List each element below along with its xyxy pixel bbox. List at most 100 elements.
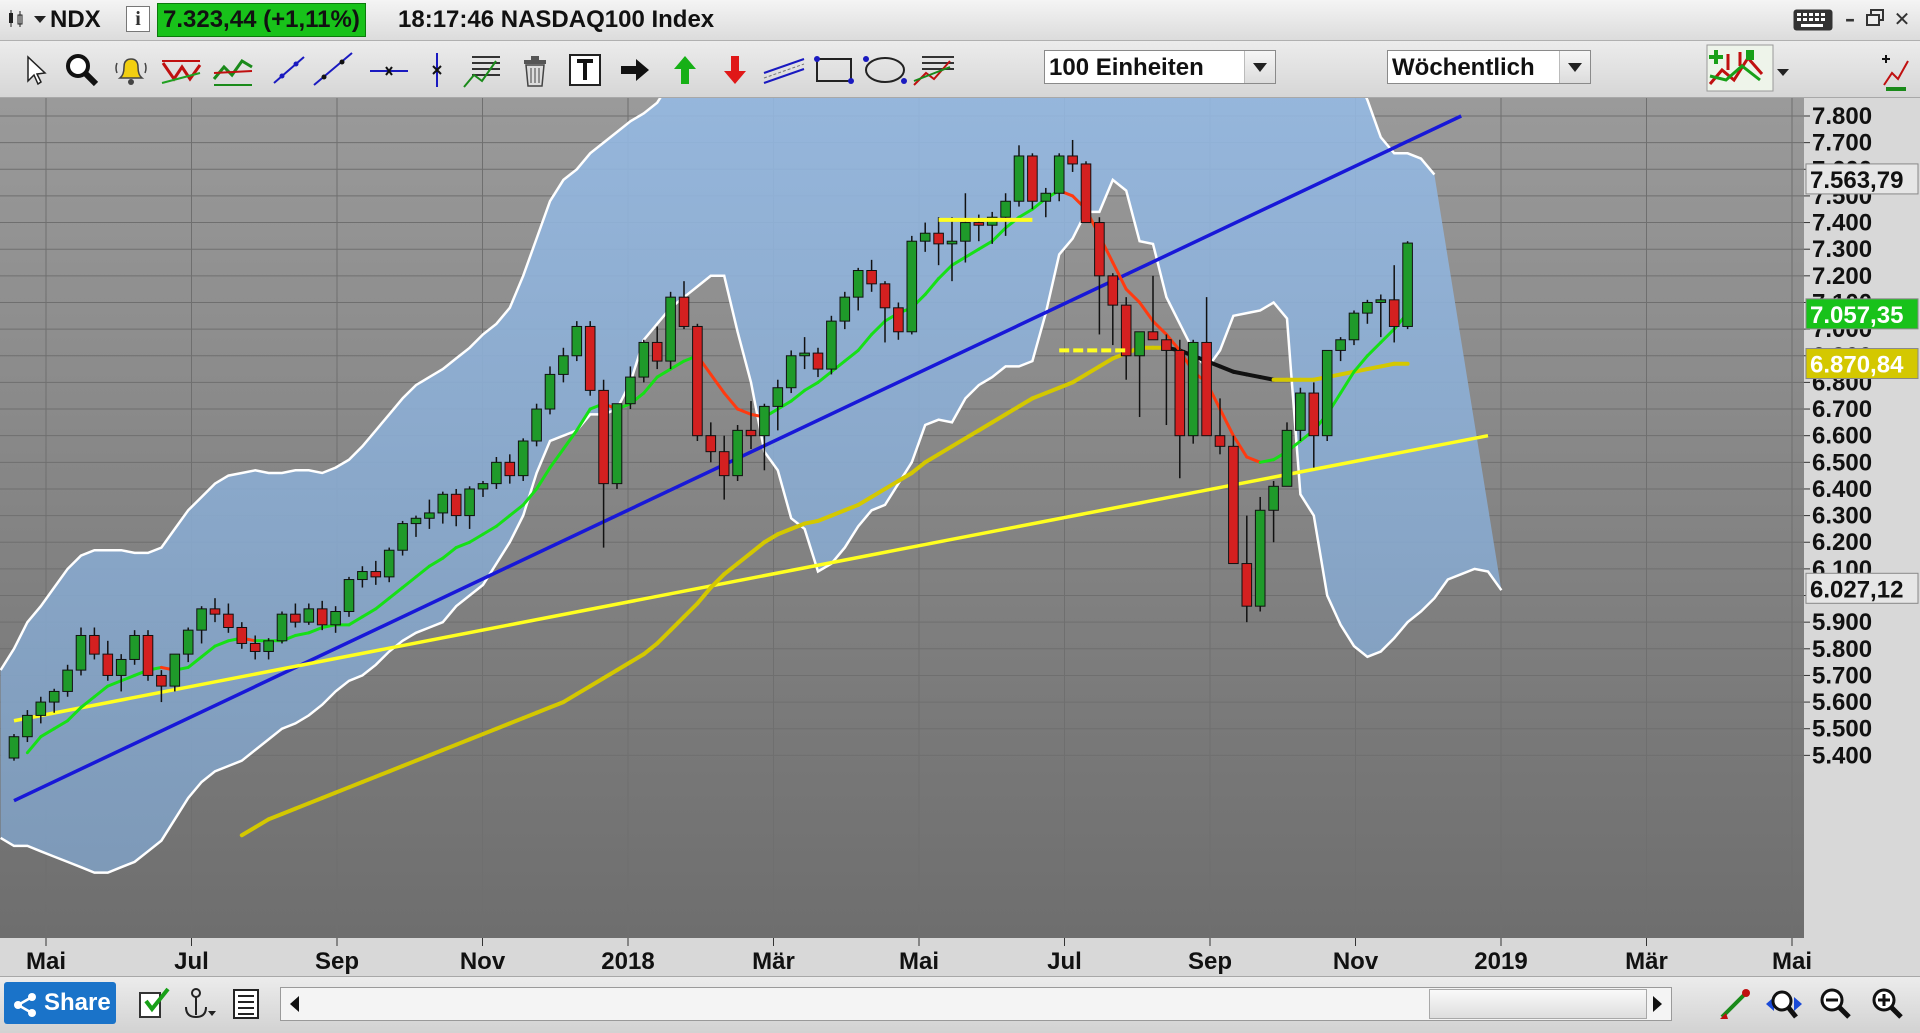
candle-up [330, 611, 341, 626]
arrow-right-icon[interactable] [616, 51, 654, 89]
drawing-mode-icon[interactable] [1716, 985, 1754, 1023]
rectangle-icon[interactable] [812, 51, 854, 89]
candle-up [1281, 429, 1293, 487]
period-select[interactable]: Wöchentlich [1387, 50, 1591, 84]
close-icon[interactable]: ✕ [1890, 8, 1914, 30]
candle-down [1228, 445, 1239, 565]
zoom-icon[interactable] [63, 51, 101, 89]
y-tick-label: 7.800 [1812, 103, 1872, 130]
y-tick-label: 6.500 [1812, 449, 1872, 476]
candle-up [1335, 339, 1346, 351]
chevron-down-icon[interactable] [1244, 51, 1275, 83]
chevron-down-icon[interactable] [1559, 51, 1590, 83]
candlestick-icon [6, 9, 26, 29]
price-marker-label: 7.563,79 [1810, 167, 1903, 194]
y-tick-label: 7.200 [1812, 263, 1872, 290]
fibonacci-icon[interactable] [462, 51, 500, 89]
text-icon[interactable] [566, 51, 604, 89]
x-tick-label: Mär [1625, 948, 1668, 975]
units-select[interactable]: 100 Einheiten [1044, 50, 1276, 84]
trend-indicator-icon[interactable] [160, 51, 202, 89]
chevron-down-icon[interactable] [30, 9, 50, 29]
list-icon[interactable] [228, 985, 266, 1023]
regression-icon[interactable] [912, 51, 954, 89]
horizontal-line-icon[interactable] [368, 51, 408, 89]
price-chart[interactable]: 5.4005.5005.6005.7005.8005.9006.0006.100… [0, 98, 1920, 976]
candle-up [62, 669, 73, 692]
ema-long-segment [1378, 361, 1397, 369]
delete-icon[interactable] [516, 51, 554, 89]
candle-up [558, 355, 569, 375]
chart-settings-icon[interactable] [1878, 51, 1912, 91]
candle-down [1308, 392, 1320, 437]
share-button[interactable]: Share [4, 982, 116, 1024]
alert-bell-icon[interactable] [112, 51, 150, 89]
price-axis-ticks: 5.4005.5005.6005.7005.8005.9006.0006.100… [1804, 103, 1872, 769]
candle-up [263, 640, 274, 652]
candle-down [718, 451, 730, 477]
share-icon [12, 990, 38, 1032]
arrow-up-icon[interactable] [666, 51, 704, 89]
candle-down [142, 634, 154, 676]
anchor-icon[interactable] [180, 985, 218, 1023]
indicators-icon[interactable] [1706, 44, 1774, 92]
candle-up [826, 320, 837, 370]
ellipse-icon[interactable] [862, 51, 907, 89]
candle-up [343, 579, 355, 613]
scroll-right-icon[interactable] [1647, 994, 1667, 1019]
candle-down [1161, 339, 1172, 351]
cursor-icon[interactable] [16, 51, 54, 89]
zoom-in-icon[interactable] [1868, 985, 1906, 1023]
candle-down [1388, 299, 1400, 327]
ema-long-segment [1244, 372, 1263, 380]
arrow-down-icon[interactable] [716, 51, 754, 89]
y-tick-label: 7.300 [1812, 236, 1872, 263]
candle-up [477, 483, 489, 490]
last-price-change: 7.323,44 (+1,11%) [157, 3, 366, 37]
share-label: Share [44, 989, 111, 1016]
restore-icon[interactable] [1864, 8, 1888, 30]
minimize-icon[interactable]: – [1838, 8, 1862, 30]
vertical-line-icon[interactable] [418, 51, 456, 89]
chevron-down-icon[interactable] [1774, 51, 1792, 89]
y-tick-label: 5.600 [1812, 689, 1872, 716]
candle-down [692, 325, 703, 437]
candle-down [1094, 222, 1105, 277]
candle-down [89, 634, 100, 655]
price-marker-label: 7.057,35 [1810, 302, 1903, 329]
candle-up [1402, 242, 1413, 327]
candle-up [625, 376, 636, 405]
candle-down [1120, 304, 1132, 357]
candle-up [169, 653, 181, 687]
candle-down [156, 674, 167, 687]
symbol-label[interactable]: NDX [50, 6, 101, 34]
time-scrollbar[interactable] [280, 987, 1672, 1021]
candle-down [705, 435, 717, 453]
keyboard-icon[interactable] [1793, 9, 1833, 31]
candle-up [1321, 349, 1333, 437]
y-tick-label: 7.400 [1812, 210, 1872, 237]
x-tick-label: 2019 [1474, 948, 1527, 975]
candle-up [35, 701, 47, 716]
y-tick-label: 5.900 [1812, 609, 1872, 636]
segment-icon[interactable] [312, 51, 353, 89]
zoom-out-icon[interactable] [1816, 985, 1854, 1023]
candle-down [745, 429, 757, 437]
line-icon[interactable] [270, 51, 308, 89]
scroll-left-icon[interactable] [285, 994, 305, 1019]
oscillator-icon[interactable] [212, 51, 253, 89]
candle-up [196, 608, 207, 631]
channel-icon[interactable] [762, 51, 805, 89]
info-icon[interactable]: i [126, 6, 150, 32]
scrollbar-thumb[interactable] [1429, 989, 1647, 1019]
candle-down [1067, 155, 1078, 165]
candle-up [611, 403, 623, 485]
candle-down [973, 222, 985, 226]
candle-up [1187, 341, 1199, 437]
candle-down [290, 613, 301, 623]
candle-up [919, 232, 931, 242]
checklist-icon[interactable] [134, 985, 172, 1023]
zoom-fit-icon[interactable] [1764, 985, 1802, 1023]
candle-up [1053, 155, 1065, 194]
candle-down [1174, 349, 1186, 437]
